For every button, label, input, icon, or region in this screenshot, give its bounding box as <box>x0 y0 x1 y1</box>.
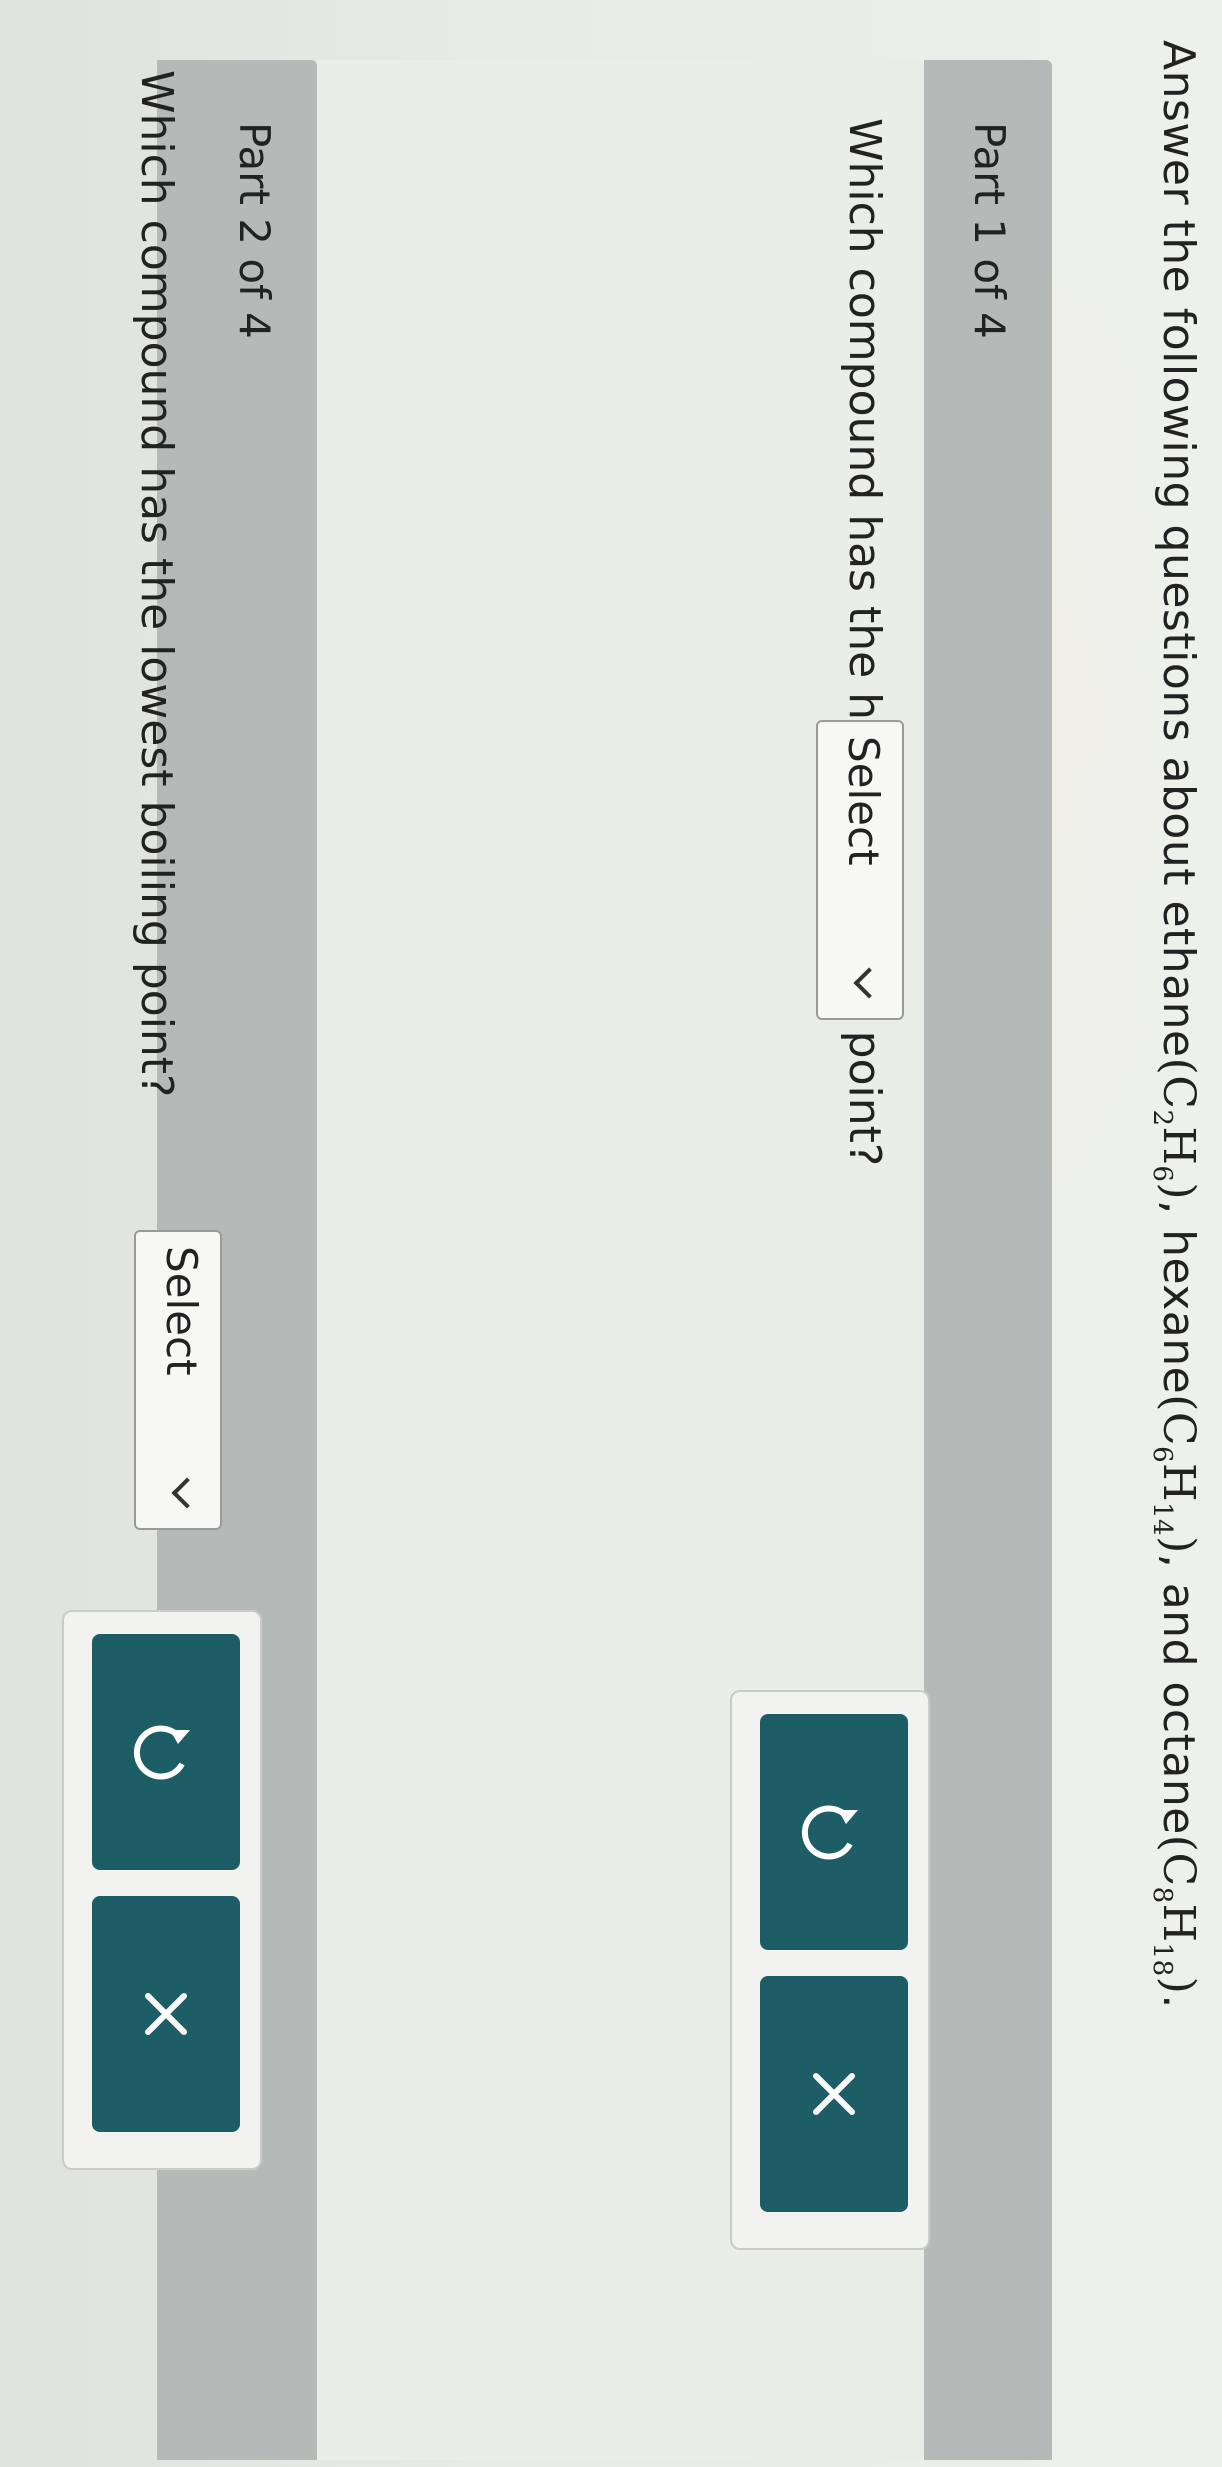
close-icon <box>145 1993 187 2035</box>
close-icon <box>813 2073 855 2115</box>
part-2-clear-button[interactable] <box>92 1896 240 2132</box>
hexane-formula: (C6H14) <box>1147 1394 1204 1554</box>
part-1-clear-button[interactable] <box>760 1976 908 2212</box>
reset-icon <box>133 1725 190 1780</box>
instructions-separator-2: , and octane <box>1153 1553 1204 1835</box>
page-canvas: Answer the following questions about eth… <box>0 0 1222 2467</box>
instructions-text: Answer the following questions about eth… <box>1153 40 1204 1058</box>
part-1-reset-button[interactable] <box>760 1714 908 1950</box>
reset-icon <box>801 1805 858 1860</box>
part-1-select-value: Select <box>839 736 888 866</box>
part-2-label: Part 2 of 4 <box>230 122 279 339</box>
ethane-formula: (C2H6) <box>1147 1057 1204 1201</box>
part-1-header: Part 1 of 4 <box>924 60 1052 2460</box>
part-1-action-group <box>730 1690 930 2250</box>
instructions-separator-1: , hexane <box>1153 1200 1204 1395</box>
part-1-select[interactable]: Select <box>816 720 904 1020</box>
part-1-label: Part 1 of 4 <box>965 122 1014 339</box>
octane-formula: (C8H18) <box>1147 1834 1204 1995</box>
part-2-question: Which compound has the lowest boiling po… <box>131 70 182 1098</box>
part-2-reset-button[interactable] <box>92 1634 240 1870</box>
chevron-down-icon <box>171 1477 203 1509</box>
part-2-select-value: Select <box>157 1246 206 1376</box>
part-2-action-group <box>62 1610 262 2170</box>
chevron-down-icon <box>853 967 885 999</box>
part-2-select[interactable]: Select <box>134 1230 222 1530</box>
instructions: Answer the following questions about eth… <box>1147 40 1204 2009</box>
